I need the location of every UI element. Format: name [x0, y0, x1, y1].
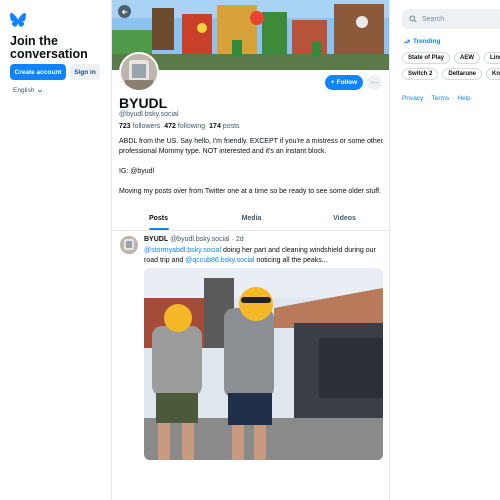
separator-dot: ·: [231, 236, 234, 243]
bio-paragraph: IG: @byudl: [119, 168, 155, 175]
left-sidebar: Join the conversation Create account Sig…: [0, 0, 111, 500]
right-sidebar: Search Trending State of Play AEW Linda …: [390, 0, 500, 500]
help-link[interactable]: Help: [457, 95, 470, 102]
arrow-left-icon: [121, 9, 127, 14]
footer-links: Privacy · Terms · Help: [402, 95, 471, 102]
mention-link[interactable]: @qccub86.bsky.social: [185, 257, 254, 264]
separator-dot: ·: [426, 95, 429, 102]
post-text: @stormyabdl.bsky.social doing her part a…: [144, 247, 376, 264]
follow-button[interactable]: + Follow: [325, 75, 363, 90]
trending-chip[interactable]: Linda: [484, 52, 500, 64]
followers-stat[interactable]: 723 followers: [119, 123, 160, 130]
tab-media[interactable]: Media: [205, 207, 298, 230]
following-stat[interactable]: 472 following: [164, 123, 205, 130]
post-author-handle[interactable]: @byudl.bsky.social: [170, 236, 230, 243]
bio-paragraph: Moving my posts over from Twitter one at…: [119, 188, 381, 195]
butterfly-icon[interactable]: [10, 13, 26, 27]
post-header: BYUDL @byudl.bsky.social · 2d: [144, 236, 244, 243]
post-photo: [144, 268, 383, 460]
post-image[interactable]: [144, 268, 383, 460]
post-author-name[interactable]: BYUDL: [144, 236, 168, 243]
more-options-button[interactable]: ···: [367, 75, 382, 90]
profile-tabs: Posts Media Videos: [112, 207, 389, 231]
trending-icon: [403, 39, 410, 44]
trending-chip[interactable]: State of Play: [402, 52, 451, 64]
posts-stat: 174 posts: [209, 123, 240, 130]
chevron-down-icon: [38, 89, 43, 92]
trending-chip[interactable]: Knicks: [486, 68, 500, 80]
separator-dot: ·: [452, 95, 455, 102]
privacy-link[interactable]: Privacy: [402, 95, 423, 102]
trending-list: State of Play AEW Linda Switch 2 Deltaru…: [402, 52, 500, 80]
display-name: BYUDL: [119, 95, 168, 111]
profile-handle: @byudl.bsky.social: [119, 111, 179, 118]
sign-in-button[interactable]: Sign in: [70, 64, 100, 80]
trending-heading: Trending: [403, 38, 440, 45]
join-title: Join the conversation: [10, 34, 88, 61]
profile-avatar[interactable]: [119, 52, 159, 92]
search-icon: [409, 15, 417, 23]
profile-stats: 723 followers 472 following 174 posts: [119, 123, 240, 130]
post-time[interactable]: 2d: [236, 236, 244, 243]
trending-chip[interactable]: Deltarune: [442, 68, 483, 80]
trending-chip[interactable]: Switch 2: [402, 68, 439, 80]
bio-paragraph: ABDL from the US. Say hello, I'm friendl…: [119, 138, 383, 155]
plus-icon: +: [330, 79, 335, 86]
profile-bio: ABDL from the US. Say hello, I'm friendl…: [119, 137, 387, 207]
follow-label: Follow: [336, 79, 358, 86]
avatar-image: [121, 54, 157, 90]
avatar-image: [120, 236, 138, 254]
post-author-avatar[interactable]: [120, 236, 138, 254]
language-label: English: [13, 87, 35, 94]
language-select[interactable]: English: [13, 87, 43, 94]
search-placeholder: Search: [422, 15, 445, 23]
search-input[interactable]: Search: [402, 9, 500, 29]
tab-videos[interactable]: Videos: [298, 207, 389, 230]
ellipsis-icon: ···: [370, 78, 379, 87]
back-button[interactable]: [118, 5, 131, 18]
profile-column: + Follow ··· BYUDL @byudl.bsky.social 72…: [111, 0, 390, 500]
terms-link[interactable]: Terms: [431, 95, 449, 102]
mention-link[interactable]: @stormyabdl.bsky.social: [144, 247, 221, 254]
create-account-button[interactable]: Create account: [10, 64, 66, 80]
trending-chip[interactable]: AEW: [454, 52, 481, 64]
tab-posts[interactable]: Posts: [112, 207, 205, 230]
